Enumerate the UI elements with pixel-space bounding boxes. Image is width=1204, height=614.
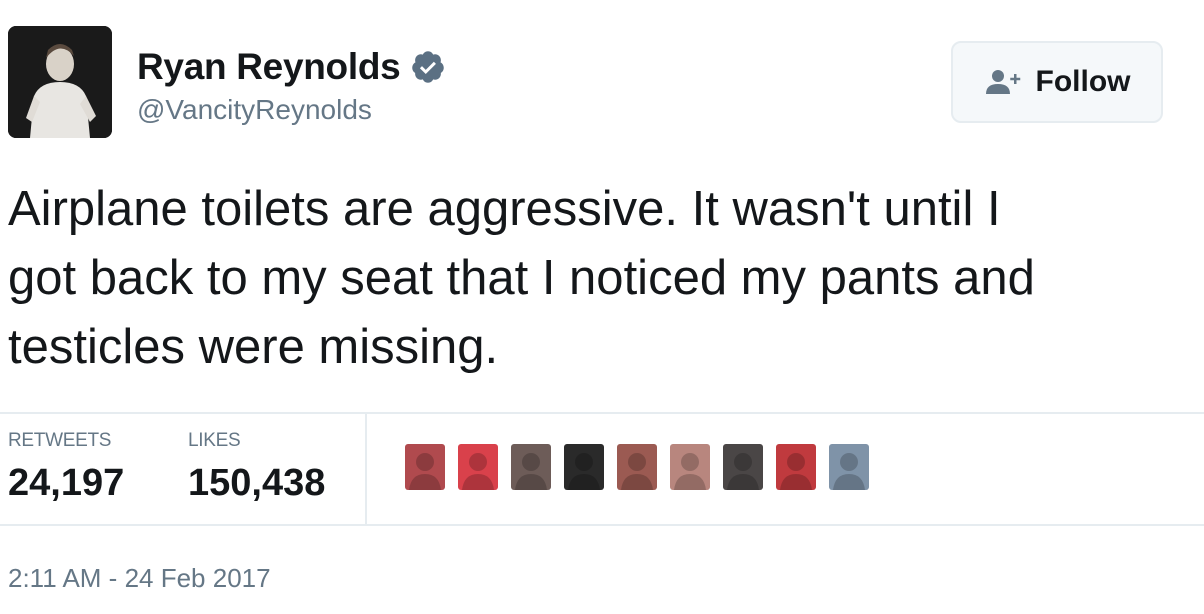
liker-avatar-6[interactable] bbox=[670, 444, 710, 490]
tweet-text-line: testicles were missing. bbox=[8, 320, 499, 374]
author-name-row: Ryan Reynolds bbox=[137, 46, 446, 88]
liker-avatar-2[interactable] bbox=[458, 444, 498, 490]
liker-avatar-5[interactable] bbox=[617, 444, 657, 490]
liker-avatars bbox=[405, 444, 869, 490]
divider bbox=[0, 412, 1204, 414]
tweet-card: Ryan Reynolds @VancityReynolds Follow Ai… bbox=[0, 0, 1204, 614]
likes-count: 150,438 bbox=[188, 462, 326, 504]
stats-separator bbox=[365, 414, 367, 524]
likes-label: LIKES bbox=[188, 430, 241, 451]
tweet-timestamp[interactable]: 2:11 AM - 24 Feb 2017 bbox=[8, 563, 271, 594]
follow-button[interactable]: Follow bbox=[951, 41, 1163, 123]
liker-avatar-8[interactable] bbox=[776, 444, 816, 490]
add-user-icon bbox=[984, 67, 1024, 97]
retweets-stat[interactable]: RETWEETS 24,197 bbox=[8, 430, 124, 505]
author-display-name[interactable]: Ryan Reynolds bbox=[137, 46, 401, 88]
tweet-text: Airplane toilets are aggressive. It wasn… bbox=[8, 175, 1204, 382]
liker-avatar-3[interactable] bbox=[511, 444, 551, 490]
liker-avatar-7[interactable] bbox=[723, 444, 763, 490]
divider bbox=[0, 524, 1204, 526]
liker-avatar-9[interactable] bbox=[829, 444, 869, 490]
likes-stat[interactable]: LIKES 150,438 bbox=[188, 430, 325, 505]
tweet-text-line: Airplane toilets are aggressive. It wasn… bbox=[8, 182, 1001, 236]
tweet-text-line: got back to my seat that I noticed my pa… bbox=[8, 251, 1035, 305]
liker-avatar-1[interactable] bbox=[405, 444, 445, 490]
retweets-count: 24,197 bbox=[8, 462, 125, 504]
verified-badge-icon bbox=[410, 49, 446, 85]
liker-avatar-4[interactable] bbox=[564, 444, 604, 490]
retweets-label: RETWEETS bbox=[8, 430, 112, 451]
author-avatar[interactable] bbox=[8, 26, 112, 138]
author-handle[interactable]: @VancityReynolds bbox=[137, 94, 372, 126]
follow-label: Follow bbox=[1035, 65, 1131, 98]
